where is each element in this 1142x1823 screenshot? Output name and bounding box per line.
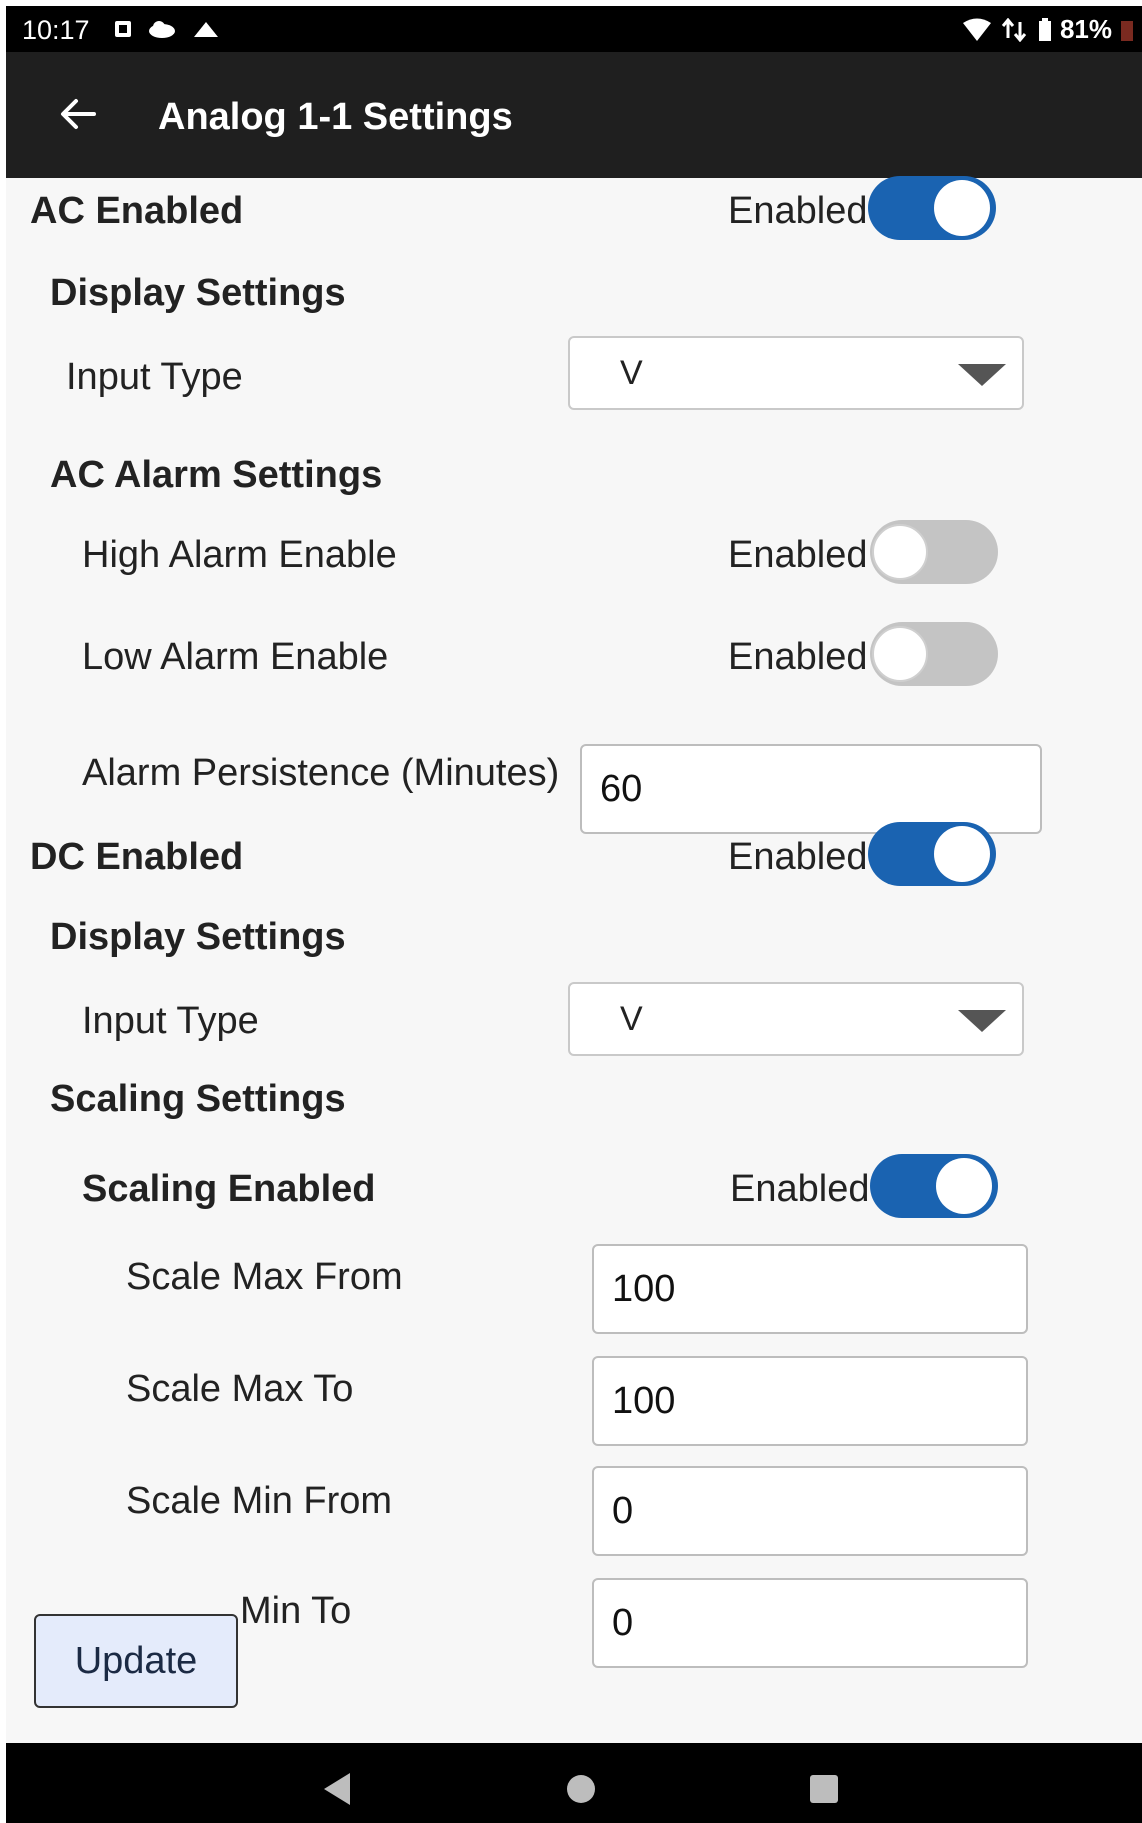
dropdown-caret-icon bbox=[958, 1010, 1006, 1032]
dc-input-type-value: V bbox=[620, 1000, 643, 1038]
low-alarm-toggle[interactable] bbox=[870, 622, 998, 686]
scale-min-to-label: Min To bbox=[240, 1590, 352, 1632]
wifi-icon bbox=[962, 18, 991, 41]
toggle-knob bbox=[872, 524, 928, 580]
scale-max-to-input[interactable]: 100 bbox=[592, 1356, 1028, 1446]
toggle-knob bbox=[934, 826, 990, 882]
toggle-knob bbox=[934, 180, 990, 236]
page-title: Analog 1-1 Settings bbox=[158, 96, 513, 138]
nav-recents-icon[interactable] bbox=[810, 1775, 838, 1803]
scale-min-from-input[interactable]: 0 bbox=[592, 1466, 1028, 1556]
ac-enabled-toggle-label: Enabled bbox=[728, 190, 868, 232]
ac-display-settings-heading: Display Settings bbox=[50, 272, 346, 314]
ac-input-type-value: V bbox=[620, 354, 643, 392]
notification-icons bbox=[114, 20, 220, 38]
ac-enabled-toggle[interactable] bbox=[868, 176, 996, 240]
system-icons: 81% bbox=[962, 14, 1134, 45]
ac-input-type-select[interactable]: V bbox=[568, 336, 1024, 410]
dc-input-type-label: Input Type bbox=[82, 1000, 259, 1042]
back-arrow-icon[interactable] bbox=[56, 92, 100, 136]
battery-icon bbox=[1038, 17, 1051, 41]
dc-input-type-select[interactable]: V bbox=[568, 982, 1024, 1056]
scale-min-to-input[interactable]: 0 bbox=[592, 1578, 1028, 1668]
scaling-enabled-toggle[interactable] bbox=[870, 1154, 998, 1218]
dc-enabled-heading: DC Enabled bbox=[30, 836, 244, 878]
dropdown-caret-icon bbox=[958, 364, 1006, 386]
status-bar: 10:17 81% bbox=[6, 6, 1142, 52]
signal-transfer-icon bbox=[1001, 17, 1027, 42]
nav-back-icon[interactable] bbox=[324, 1773, 350, 1805]
high-alarm-enable-label: High Alarm Enable bbox=[82, 534, 397, 576]
scale-max-to-label: Scale Max To bbox=[126, 1368, 354, 1410]
dc-display-settings-heading: Display Settings bbox=[50, 916, 346, 958]
scaling-settings-heading: Scaling Settings bbox=[50, 1078, 346, 1120]
low-alarm-enable-label: Low Alarm Enable bbox=[82, 636, 389, 678]
alarm-persistence-input[interactable]: 60 bbox=[580, 744, 1042, 834]
nav-home-icon[interactable] bbox=[567, 1775, 595, 1803]
scaling-toggle-label: Enabled bbox=[730, 1168, 870, 1210]
ac-input-type-label: Input Type bbox=[66, 356, 243, 398]
alarm-persistence-label: Alarm Persistence (Minutes) bbox=[82, 752, 560, 794]
app-bar: Analog 1-1 Settings bbox=[6, 52, 1142, 178]
status-time: 10:17 bbox=[22, 15, 90, 45]
battery-percent: 81% bbox=[1059, 14, 1112, 44]
low-alarm-toggle-label: Enabled bbox=[728, 636, 868, 678]
scale-max-from-label: Scale Max From bbox=[126, 1256, 403, 1298]
ac-enabled-heading: AC Enabled bbox=[30, 190, 244, 232]
update-button[interactable]: Update bbox=[34, 1614, 238, 1708]
battery-saver-icon bbox=[1121, 20, 1133, 41]
ac-alarm-settings-heading: AC Alarm Settings bbox=[50, 454, 383, 496]
cloud-upload-icon bbox=[194, 22, 218, 37]
scale-min-from-label: Scale Min From bbox=[126, 1480, 393, 1522]
system-nav-bar bbox=[6, 1743, 1142, 1823]
high-alarm-toggle[interactable] bbox=[870, 520, 998, 584]
scaling-enabled-label: Scaling Enabled bbox=[82, 1168, 376, 1210]
scale-max-from-input[interactable]: 100 bbox=[592, 1244, 1028, 1334]
notification-app-icon bbox=[115, 21, 131, 37]
high-alarm-toggle-label: Enabled bbox=[728, 534, 868, 576]
toggle-knob bbox=[936, 1158, 992, 1214]
cloud-icon bbox=[149, 21, 175, 38]
device-screen: 10:17 81% Analog 1-1 Settings AC Enabled… bbox=[6, 6, 1142, 1823]
dc-enabled-toggle[interactable] bbox=[868, 822, 996, 886]
dc-enabled-toggle-label: Enabled bbox=[728, 836, 868, 878]
toggle-knob bbox=[872, 626, 928, 682]
